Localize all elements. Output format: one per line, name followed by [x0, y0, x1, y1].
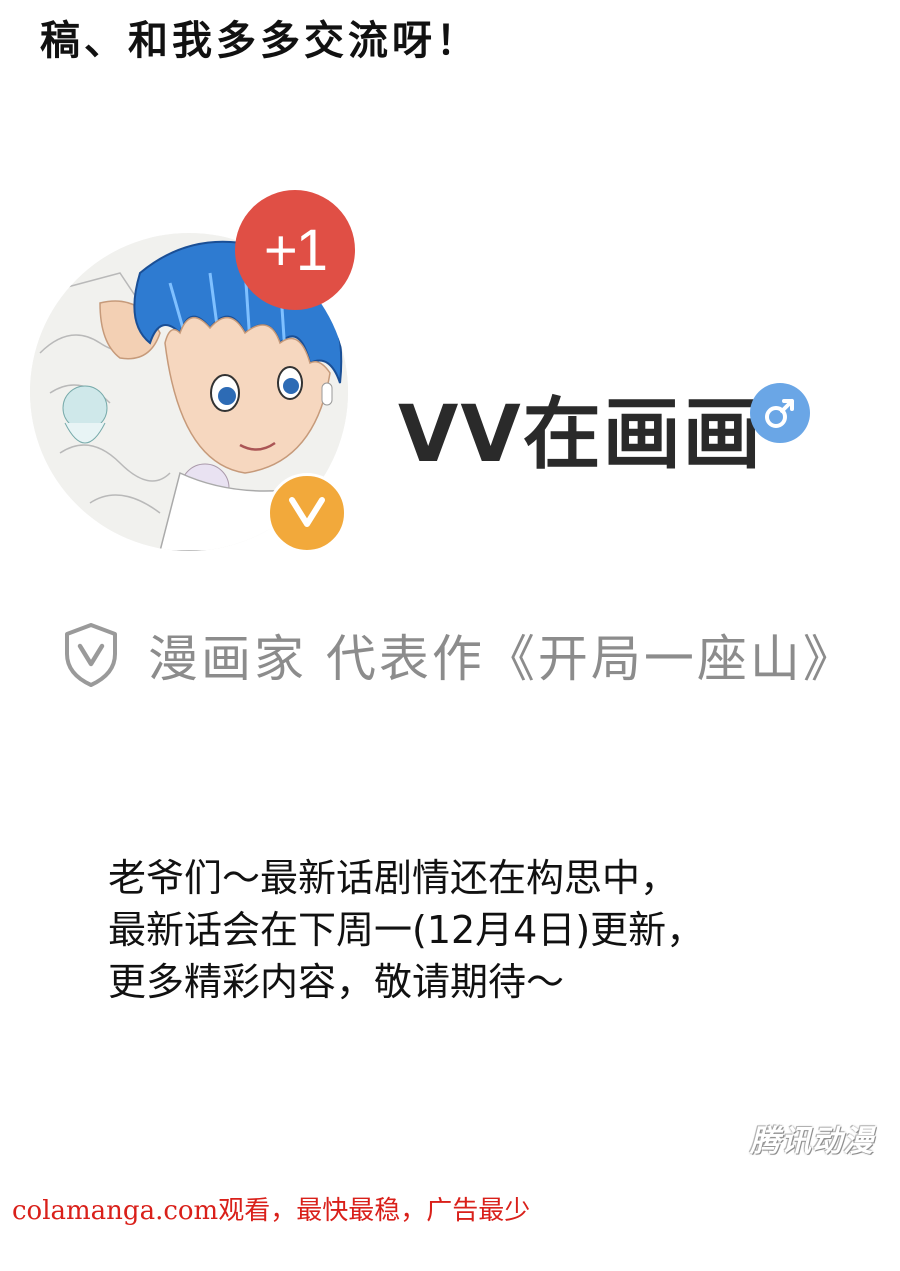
notice-line: 老爷们～最新话剧情还在构思中，: [108, 856, 679, 900]
profile-avatar-group[interactable]: +1: [30, 190, 360, 555]
notification-badge: +1: [235, 190, 355, 310]
update-notice: 老爷们～最新话剧情还在构思中， 最新话会在下周一(12月4日)更新， 更多精彩内…: [108, 852, 704, 1008]
shield-icon: [65, 623, 117, 687]
username[interactable]: VV在画画: [398, 372, 763, 484]
verification-text: 漫画家 代表作《开局一座山》: [148, 630, 856, 688]
notice-line: 最新话会在下周一(12月4日)更新，: [108, 908, 705, 952]
footer-ad-text[interactable]: colamanga.com观看，最快最稳，广告最少: [12, 1190, 530, 1227]
notice-line: 更多精彩内容，敬请期待～: [108, 960, 565, 1004]
top-caption: 稿、和我多多交流呀！: [40, 17, 480, 64]
verification-row: 漫画家 代表作《开局一座山》: [62, 620, 856, 690]
male-gender-icon: [750, 383, 810, 443]
watermark-logo: 腾讯动漫: [750, 1124, 874, 1159]
verified-v-icon: [267, 473, 347, 553]
